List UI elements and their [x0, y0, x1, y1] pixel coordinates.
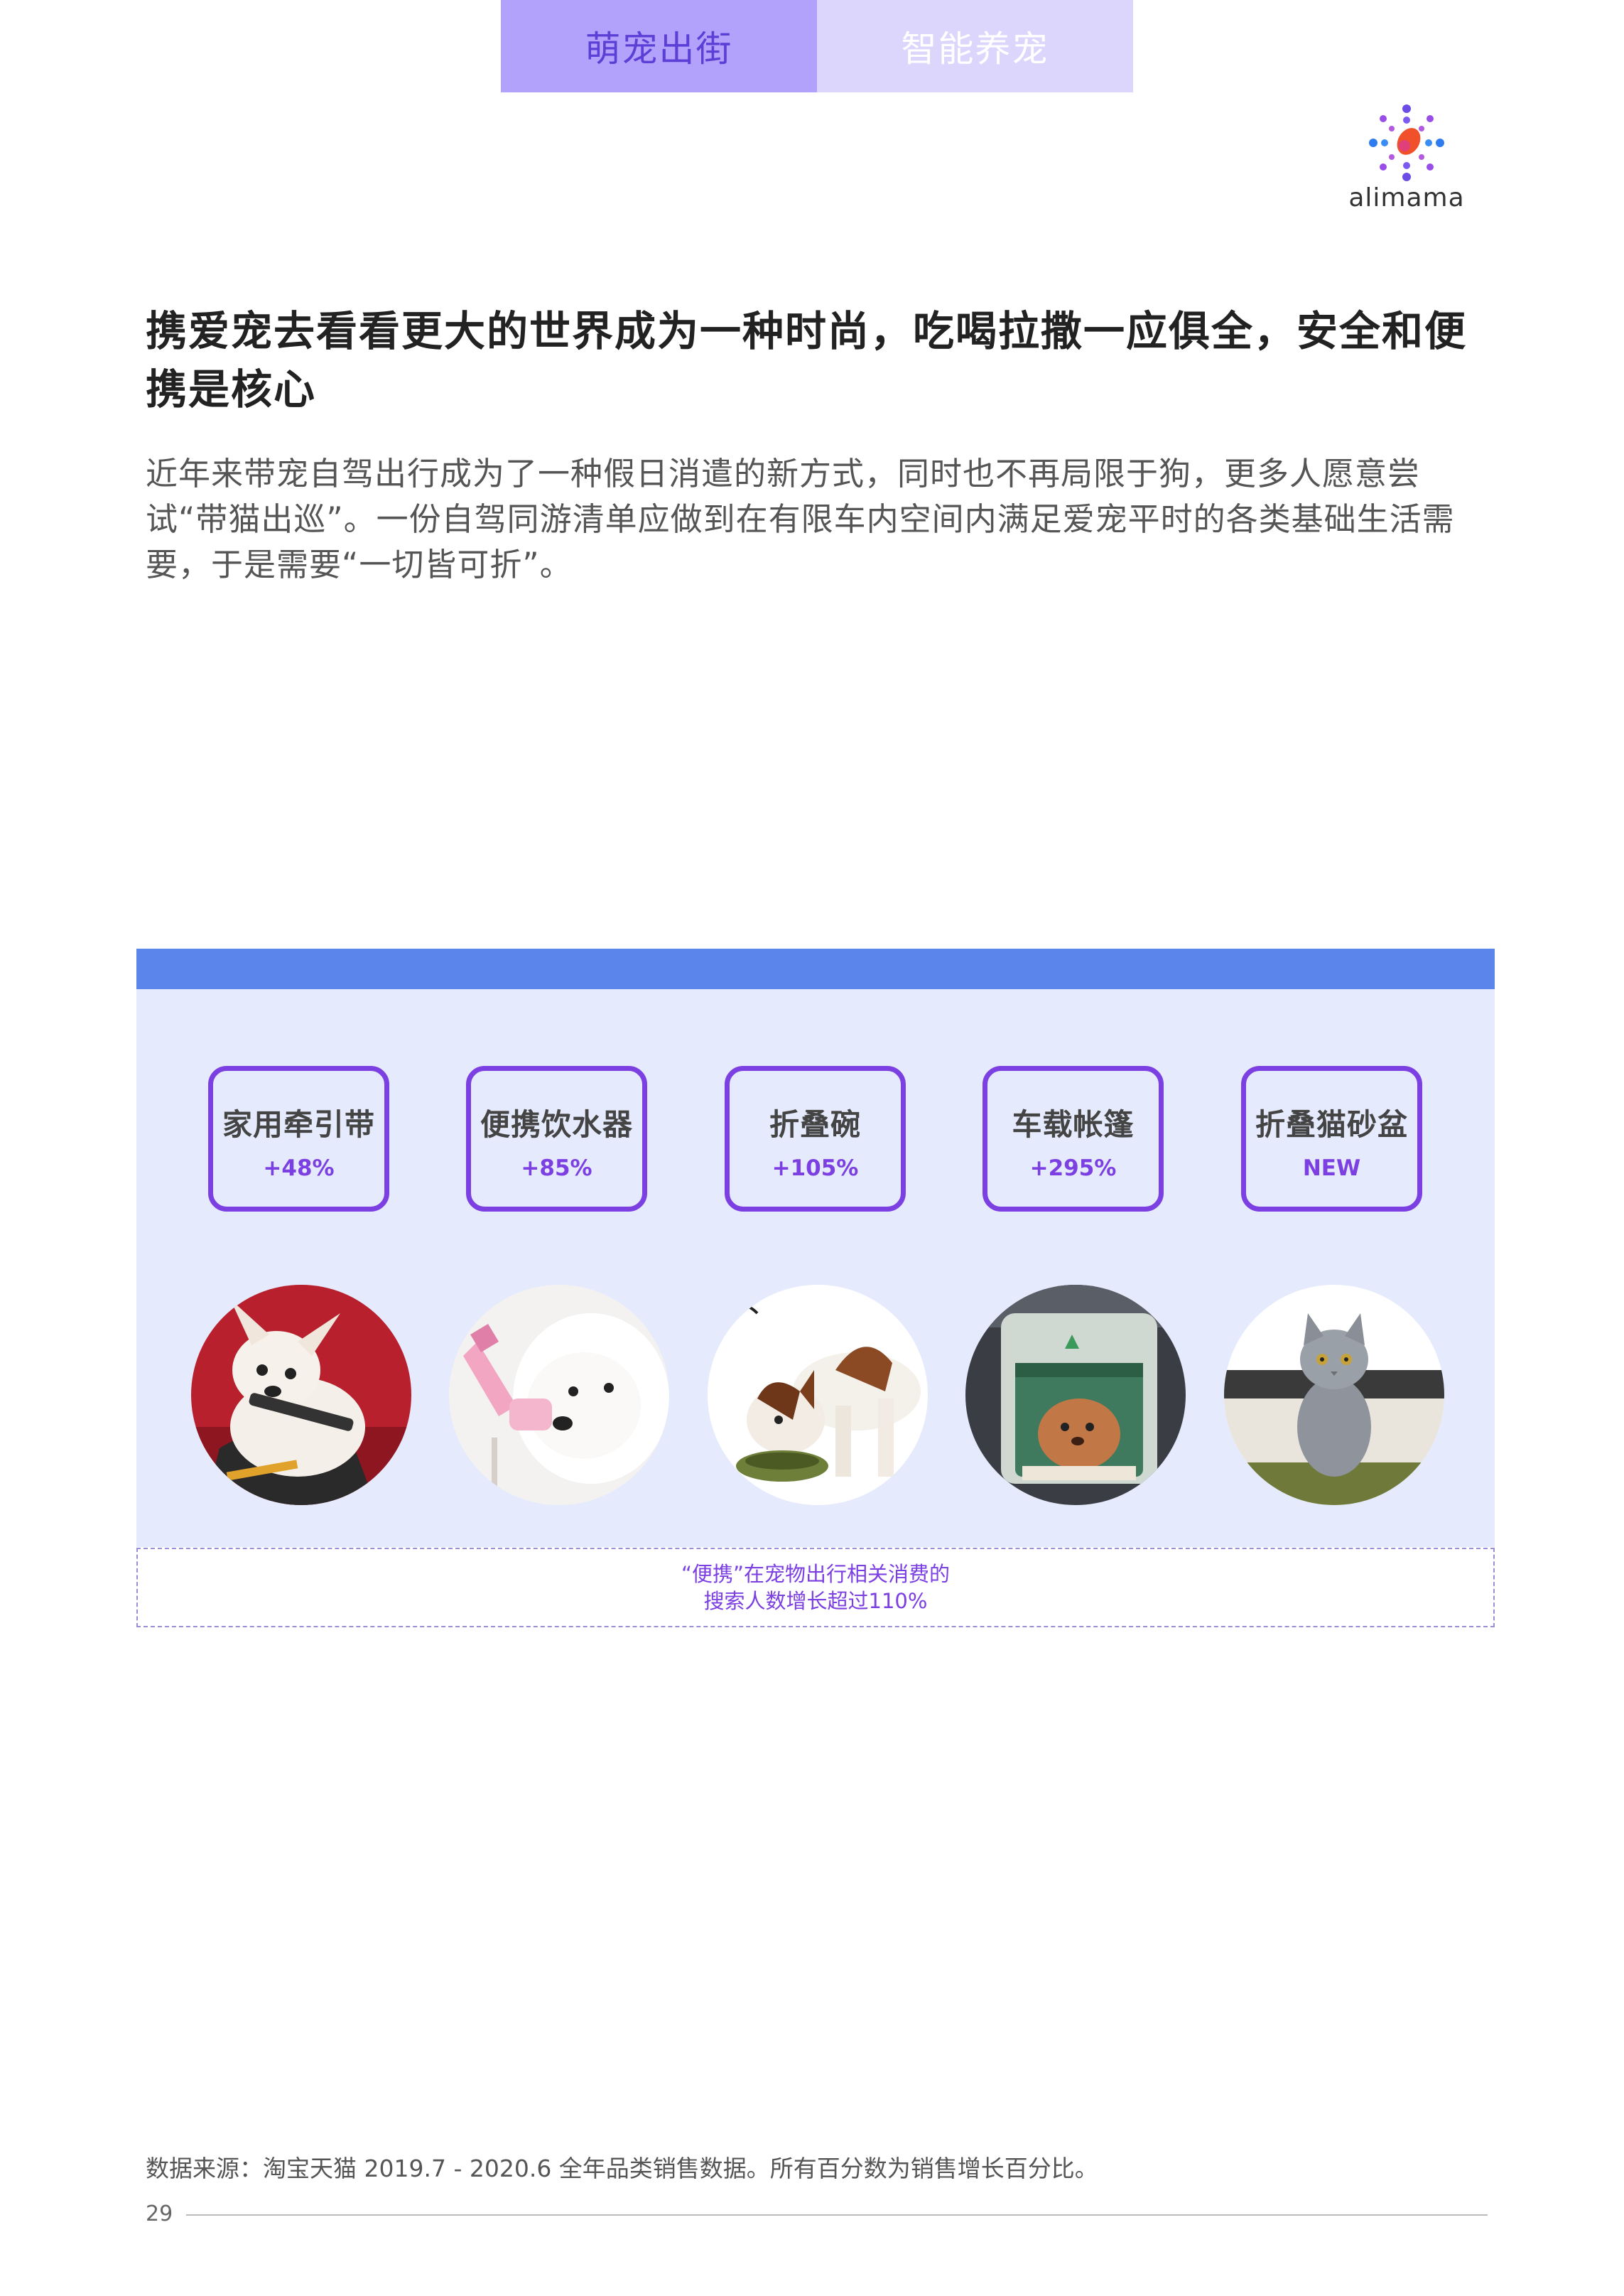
alimama-logo: alimama	[1346, 99, 1467, 220]
product-card-leash: 家用牵引带 +48%	[208, 1066, 389, 1212]
alimama-logo-icon	[1369, 104, 1444, 181]
dog-drinking-bottle-photo	[449, 1285, 669, 1505]
panel-header-bar	[136, 949, 1495, 989]
intro-paragraph: 近年来带宠自驾出行成为了一种假日消遣的新方式，同时也不再局限于狗，更多人愿意尝试…	[146, 455, 1455, 583]
product-card-folding-bowl: 折叠碗 +105%	[725, 1066, 906, 1212]
product-growth: +295%	[1029, 1155, 1117, 1181]
data-source-note: 数据来源：淘宝天猫 2019.7 - 2020.6 全年品类销售数据。所有百分数…	[146, 2155, 1098, 2182]
product-card-folding-litter-box: 折叠猫砂盆 NEW	[1241, 1066, 1422, 1212]
product-growth: +105%	[772, 1155, 859, 1181]
product-name: 折叠猫砂盆	[1255, 1107, 1408, 1142]
dog-eating-bowl-photo	[708, 1285, 928, 1505]
caption-line-2: 搜索人数增长超过110%	[703, 1589, 928, 1613]
product-name: 折叠碗	[769, 1107, 861, 1142]
logo-text: alimama	[1348, 183, 1465, 212]
dog-in-car-tent-photo	[965, 1285, 1186, 1505]
product-growth: +85%	[521, 1155, 592, 1181]
product-growth: +48%	[263, 1155, 335, 1181]
product-card-car-tent: 车载帐篷 +295%	[982, 1066, 1164, 1212]
footer-divider	[186, 2214, 1488, 2216]
caption-box: “便携”在宠物出行相关消费的 搜索人数增长超过110%	[136, 1548, 1495, 1627]
tab-smart-pet-care[interactable]: 智能养宠	[817, 0, 1133, 92]
product-name: 车载帐篷	[1012, 1107, 1135, 1142]
page-number: 29	[146, 2201, 173, 2226]
product-card-water-bottle: 便携饮水器 +85%	[466, 1066, 647, 1212]
tab-pet-outing[interactable]: 萌宠出街	[501, 0, 817, 92]
page-headline: 携爱宠去看看更大的世界成为一种时尚，吃喝拉撒一应俱全，安全和便携是核心	[146, 307, 1468, 414]
product-name: 便携饮水器	[480, 1107, 633, 1142]
cat-in-litter-box-photo	[1224, 1285, 1444, 1505]
product-name: 家用牵引带	[222, 1107, 375, 1142]
product-growth: NEW	[1302, 1155, 1361, 1181]
caption-line-1: “便携”在宠物出行相关消费的	[681, 1562, 951, 1586]
section-tabs: 萌宠出街 智能养宠	[501, 0, 1133, 92]
dog-in-car-seat-photo	[191, 1285, 411, 1505]
